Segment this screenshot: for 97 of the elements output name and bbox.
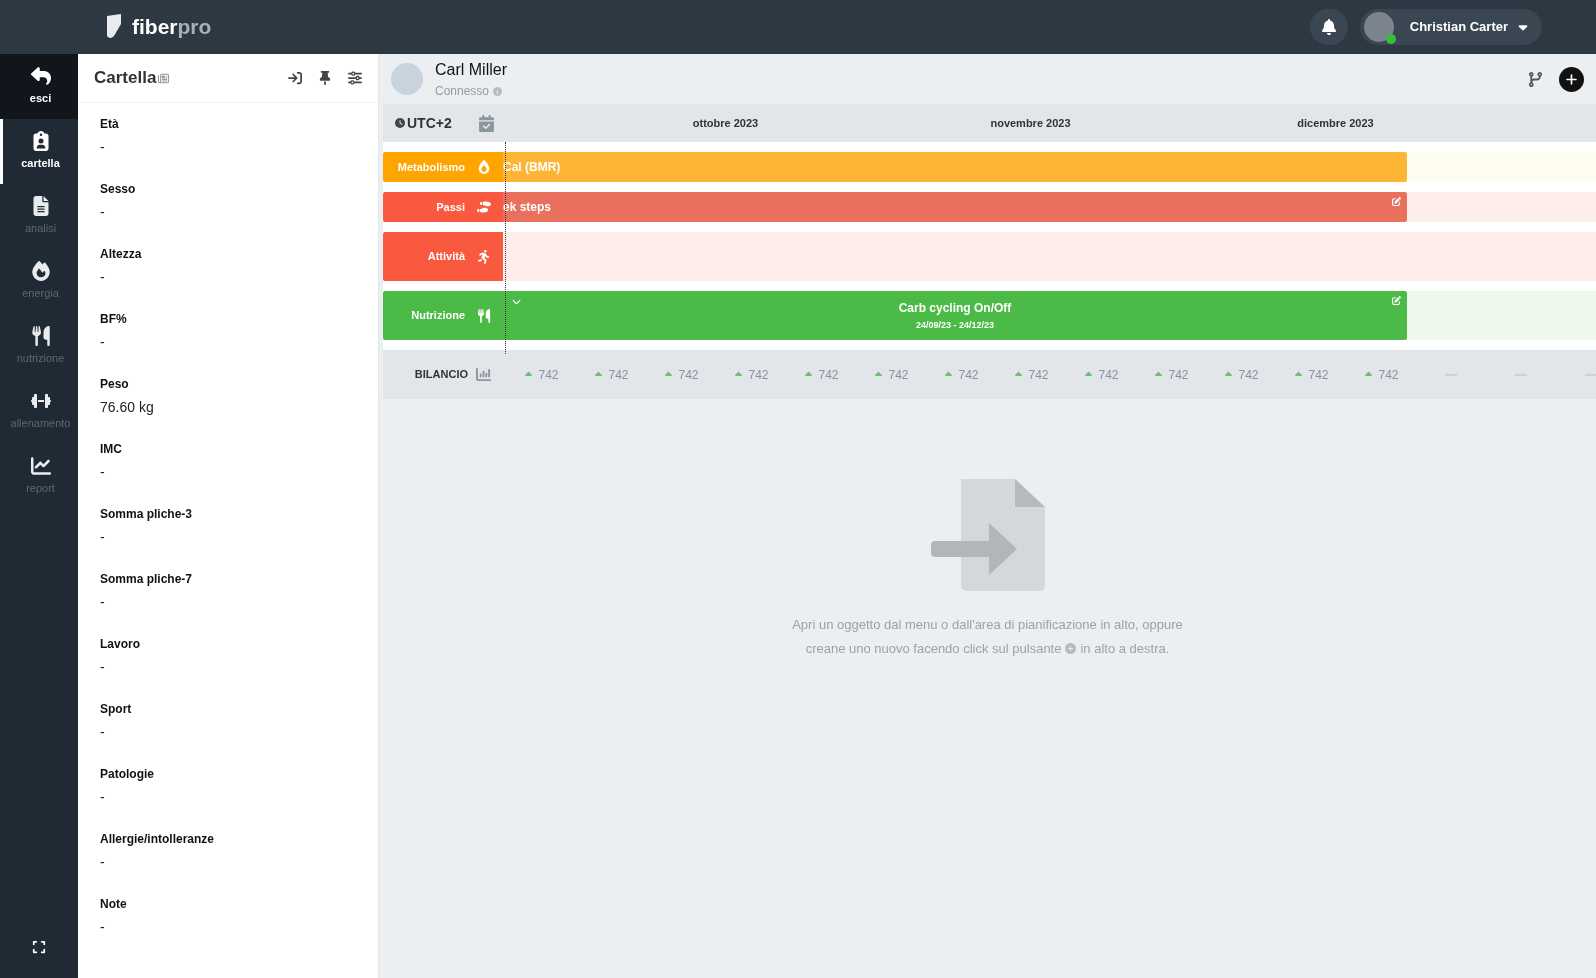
branch-button[interactable] — [1528, 71, 1543, 87]
line-chart-icon — [30, 456, 51, 477]
user-menu-button[interactable]: Christian Carter — [1359, 9, 1542, 45]
patient-name: Carl Miller — [435, 60, 507, 80]
patient-status: Connesso — [435, 83, 490, 100]
balance-value: 742 — [748, 366, 769, 384]
balance-value: 742 — [538, 366, 559, 384]
field-value: - — [100, 203, 106, 222]
balance-value: 742 — [608, 366, 629, 384]
balance-value: 742 — [958, 366, 979, 384]
field-value: - — [100, 463, 106, 482]
balance-value: 742 — [1308, 366, 1329, 384]
timezone-label: UTC+2 — [407, 113, 452, 133]
branch-icon — [1528, 71, 1543, 87]
rail-item[interactable]: analisi — [0, 184, 78, 249]
field-label: Allergie/intolleranze — [100, 831, 216, 848]
balance-label: BILANCIO — [414, 367, 468, 383]
balance-value: 742 — [1378, 366, 1399, 384]
bar-chart-icon — [476, 367, 491, 382]
pin-button[interactable] — [318, 71, 332, 85]
field-value: - — [100, 853, 106, 872]
field-label: IMC — [100, 441, 123, 458]
expand-icon — [32, 940, 46, 954]
document-icon — [30, 196, 51, 217]
edit-icon[interactable] — [1392, 197, 1401, 206]
clock-icon — [395, 118, 405, 128]
arrow-to-bar-icon — [288, 71, 302, 85]
plan-bar[interactable]: Cal (BMR) — [503, 152, 1407, 182]
field-value: - — [100, 658, 106, 677]
hint-text: Apri un oggetto dal menu o dall'area di pianificazione in alto, oppure — [792, 616, 1183, 634]
field-value: - — [100, 333, 106, 352]
logo-icon — [104, 14, 124, 40]
panel-title: Cartella — [94, 67, 157, 90]
patient-avatar — [391, 63, 423, 95]
rail-item[interactable]: nutrizione — [0, 314, 78, 379]
row-label[interactable]: Passi — [383, 192, 503, 222]
field-value: - — [100, 723, 106, 742]
month-label: novembre 2023 — [990, 115, 1071, 131]
field-label: Età — [100, 116, 120, 133]
rail-item[interactable]: allenamento — [0, 379, 78, 444]
fullscreen-button[interactable] — [32, 940, 46, 954]
field-label: Note — [100, 896, 128, 913]
rail-item[interactable]: esci — [0, 54, 78, 119]
balance-value: 742 — [1098, 366, 1119, 384]
field-label: Lavoro — [100, 636, 141, 653]
flame-icon — [477, 160, 491, 174]
flame-icon — [30, 261, 51, 282]
field-value: - — [100, 593, 106, 612]
field-value: 76.60 kg — [100, 398, 155, 417]
pin-icon — [318, 71, 332, 85]
rail-item[interactable]: energia — [0, 249, 78, 314]
logo-text: fiberpro — [132, 14, 212, 41]
balance-value: 742 — [1168, 366, 1189, 384]
notifications-button[interactable] — [1309, 9, 1348, 45]
sliders-icon — [348, 71, 362, 85]
field-label: BF% — [100, 311, 128, 328]
fork-knife-icon — [477, 308, 491, 323]
balance-value: 742 — [1238, 366, 1259, 384]
field-value: - — [100, 268, 106, 287]
balance-value: 742 — [678, 366, 699, 384]
hint-text: creane uno nuovo facendo click sul pulsante — [805, 639, 1062, 658]
field-label: Somma pliche-7 — [100, 571, 194, 588]
hint-text: in alto a destra. — [1080, 639, 1170, 658]
info-icon — [493, 86, 503, 96]
settings-button[interactable] — [348, 71, 362, 85]
row-label[interactable]: Nutrizione — [383, 291, 503, 340]
rail-item[interactable]: report — [0, 444, 78, 509]
collapse-button[interactable] — [288, 71, 302, 85]
running-person-icon — [477, 249, 491, 264]
field-label: Sesso — [100, 181, 137, 198]
field-value: - — [100, 918, 106, 937]
field-label: Somma pliche-3 — [100, 506, 194, 523]
fork-knife-icon — [30, 326, 51, 347]
back-arrow-icon — [30, 66, 51, 87]
balance-value: 742 — [888, 366, 909, 384]
add-button[interactable] — [1559, 66, 1584, 92]
document-icon — [158, 72, 170, 84]
field-value: - — [100, 138, 106, 157]
bell-icon — [1320, 19, 1337, 35]
row-label[interactable]: Metabolismo — [383, 152, 503, 182]
field-label: Sport — [100, 701, 133, 718]
footprints-icon — [477, 200, 491, 214]
field-label: Peso — [100, 376, 130, 393]
field-value: - — [100, 788, 106, 807]
plus-icon — [1065, 642, 1077, 654]
open-file-icon — [930, 479, 1045, 591]
calendar-icon — [478, 114, 495, 132]
field-label: Altezza — [100, 246, 143, 263]
row-label[interactable]: Attività — [383, 232, 503, 281]
field-value: - — [100, 528, 106, 547]
date-range: 24/09/23 - 24/12/23 — [915, 318, 995, 332]
month-label: ottobre 2023 — [692, 115, 759, 131]
field-label: Patologie — [100, 766, 155, 783]
month-label: dicembre 2023 — [1297, 115, 1374, 131]
plus-icon — [1565, 72, 1578, 86]
balance-value: 742 — [818, 366, 839, 384]
balance-value: 742 — [1028, 366, 1049, 384]
